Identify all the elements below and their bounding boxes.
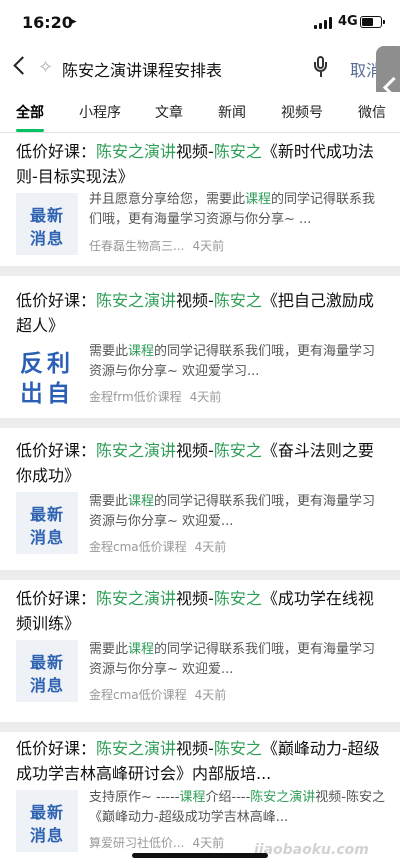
result-title[interactable]: 低价好课：陈安之演讲视频-陈安之《新时代成功法则-目标实现法》 bbox=[16, 139, 384, 189]
result-meta: 金程cma低价课程 4天前 bbox=[89, 686, 226, 703]
result-card-3[interactable]: 低价好课：陈安之演讲视频-陈安之《奋斗法则之要你成功》 最新 消息 需要此课程的… bbox=[0, 428, 400, 570]
result-title[interactable]: 低价好课：陈安之演讲视频-陈安之《奋斗法则之要你成功》 bbox=[16, 438, 384, 488]
microphone-icon[interactable] bbox=[313, 56, 329, 80]
result-title[interactable]: 低价好课：陈安之演讲视频-陈安之《巅峰动力-超级成功学吉林高峰研讨会》内部版培.… bbox=[16, 736, 384, 786]
result-meta: 算爱研习社低价... 4天前 bbox=[89, 834, 224, 851]
result-source: 算爱研习社低价... bbox=[89, 836, 185, 850]
result-source: 任春磊生物高三... bbox=[89, 239, 185, 253]
battery-icon bbox=[360, 16, 385, 28]
search-bar: ✧ 陈安之演讲课程安排表 取消 bbox=[0, 44, 400, 92]
result-time: 4天前 bbox=[189, 390, 222, 404]
result-thumbnail: 最新 消息 bbox=[16, 193, 78, 255]
back-chevron-icon[interactable] bbox=[10, 54, 32, 80]
battery-nub bbox=[383, 20, 385, 24]
tab-news[interactable]: 新闻 bbox=[218, 102, 246, 122]
result-snippet: 需要此课程的同学记得联系我们哦，更有海量学习资源与你分享~ 欢迎爱... bbox=[89, 642, 376, 677]
result-thumbnail: 最新 消息 bbox=[16, 790, 78, 852]
tab-mini-program[interactable]: 小程序 bbox=[79, 102, 121, 122]
tab-channels[interactable]: 视频号 bbox=[281, 102, 323, 122]
tab-wechat[interactable]: 微信 bbox=[358, 102, 386, 122]
sparkle-icon: ✧ bbox=[38, 57, 54, 78]
result-thumbnail: 反利 岀自 bbox=[16, 342, 78, 404]
status-time: 16:20 bbox=[22, 13, 73, 32]
home-indicator[interactable] bbox=[132, 853, 268, 858]
result-snippet: 需要此课程的同学记得联系我们哦，更有海量学习资源与你分享~ 欢迎爱学习... bbox=[89, 344, 376, 379]
tab-all[interactable]: 全部 bbox=[16, 102, 44, 122]
result-card-4[interactable]: 低价好课：陈安之演讲视频-陈安之《成功学在线视频训练》 最新 消息 需要此课程的… bbox=[0, 580, 400, 722]
result-snippet: 并且愿意分享给您，需要此课程的同学记得联系我们哦，更有海量学习资源与你分享~ .… bbox=[89, 192, 376, 227]
result-meta: 金程frm低价课程 4天前 bbox=[89, 388, 221, 405]
status-bar: 16:20 ➤ 4G bbox=[0, 0, 400, 44]
network-type: 4G bbox=[338, 14, 358, 29]
tab-articles[interactable]: 文章 bbox=[155, 102, 183, 122]
result-time: 4天前 bbox=[194, 688, 227, 702]
result-snippet: 支持原作~ -----课程介绍----陈安之演讲视频-陈安之《巅峰动力-超级成功… bbox=[89, 790, 385, 825]
active-tab-indicator bbox=[16, 129, 44, 132]
result-card-2[interactable]: 低价好课：陈安之演讲视频-陈安之《把自己激励成超人》 反利 岀自 需要此课程的同… bbox=[0, 276, 400, 418]
result-time: 4天前 bbox=[192, 239, 225, 253]
result-time: 4天前 bbox=[192, 836, 225, 850]
result-source: 金程cma低价课程 bbox=[89, 540, 187, 554]
battery-level bbox=[362, 18, 374, 26]
watermark: jiaobaoku.com bbox=[254, 842, 369, 858]
result-source: 金程frm低价课程 bbox=[89, 390, 182, 404]
result-title[interactable]: 低价好课：陈安之演讲视频-陈安之《把自己激励成超人》 bbox=[16, 288, 384, 338]
result-card-1[interactable]: 低价好课：陈安之演讲视频-陈安之《新时代成功法则-目标实现法》 最新 消息 并且… bbox=[0, 133, 400, 266]
result-thumbnail: 最新 消息 bbox=[16, 640, 78, 702]
location-arrow-icon: ➤ bbox=[68, 15, 78, 28]
result-snippet: 需要此课程的同学记得联系我们哦，更有海量学习资源与你分享~ 欢迎爱... bbox=[89, 494, 376, 529]
result-time: 4天前 bbox=[194, 540, 227, 554]
cellular-signal-icon bbox=[314, 17, 332, 29]
result-thumbnail: 最新 消息 bbox=[16, 492, 78, 554]
result-source: 金程cma低价课程 bbox=[89, 688, 187, 702]
search-input[interactable]: 陈安之演讲课程安排表 bbox=[62, 57, 222, 81]
result-title[interactable]: 低价好课：陈安之演讲视频-陈安之《成功学在线视频训练》 bbox=[16, 586, 384, 636]
result-meta: 金程cma低价课程 4天前 bbox=[89, 538, 226, 555]
filter-tabs: 全部 小程序 文章 新闻 视频号 微信 bbox=[0, 92, 400, 133]
result-meta: 任春磊生物高三... 4天前 bbox=[89, 237, 224, 254]
